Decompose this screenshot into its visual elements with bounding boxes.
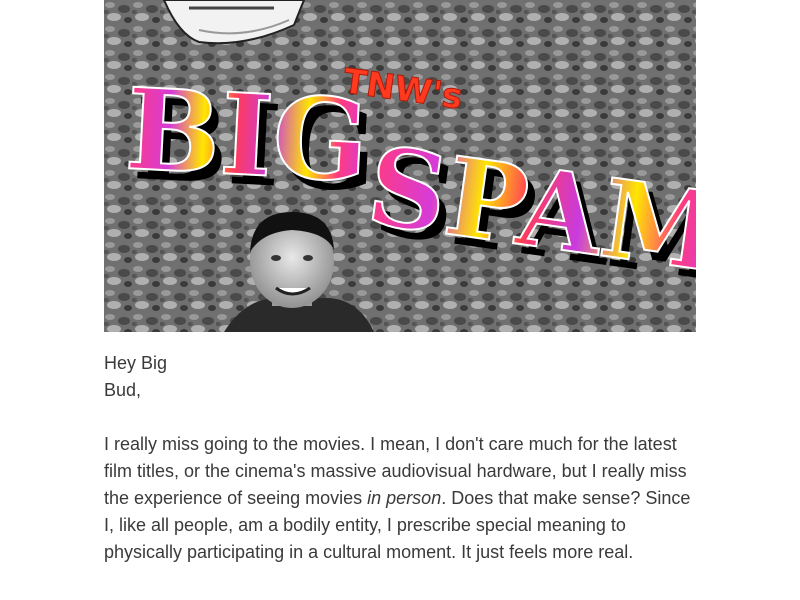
email-body: Hey Big Bud, I really miss going to the … [104, 350, 704, 566]
paragraph-emphasis: in person [367, 488, 442, 508]
email-paragraph: I really miss going to the movies. I mea… [104, 431, 700, 566]
hero-banner-image: TNW's BIG BIG SPAM SPAM [104, 0, 696, 332]
hero-title-big: BIG [123, 64, 372, 208]
email-greeting: Hey Big Bud, [104, 353, 168, 400]
hero-artwork: TNW's BIG BIG SPAM SPAM [104, 0, 696, 332]
newsletter-page: TNW's BIG BIG SPAM SPAM Hey Big Bud, I r… [0, 0, 800, 600]
